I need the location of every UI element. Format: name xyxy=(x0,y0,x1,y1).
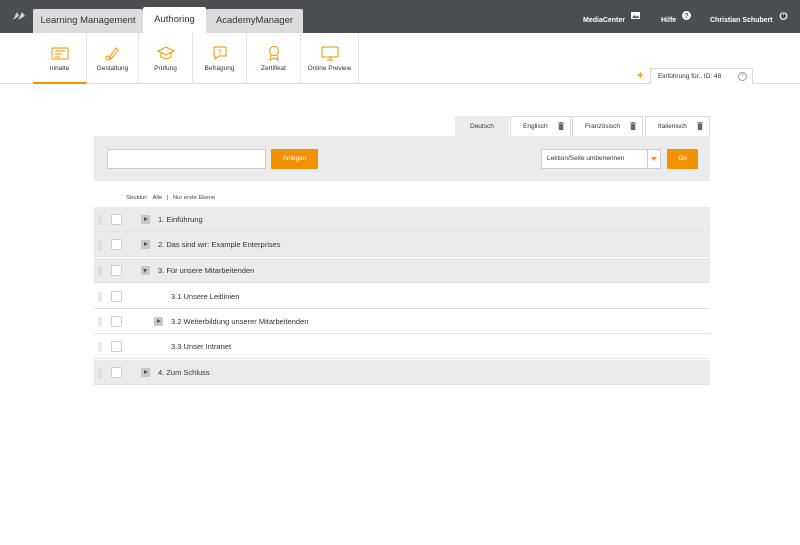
structure-separator: | xyxy=(166,195,169,201)
expand-arrow-icon[interactable] xyxy=(141,215,150,224)
row-checkbox[interactable] xyxy=(111,367,122,378)
go-button[interactable]: Go xyxy=(667,149,698,169)
preview-icon xyxy=(321,46,338,61)
tool-pruefung[interactable]: Prüfung xyxy=(139,33,193,84)
tool-inhalte[interactable]: Inhalte xyxy=(33,33,87,84)
certificate-icon xyxy=(268,46,279,61)
chevron-down-icon xyxy=(647,150,660,168)
tool-online-preview[interactable]: Online Preview xyxy=(301,33,359,84)
add-tab-button[interactable]: + xyxy=(637,70,643,82)
tool-befragung[interactable]: ? Befragung xyxy=(193,33,247,84)
collapse-arrow-icon[interactable] xyxy=(141,266,150,275)
close-icon[interactable]: × xyxy=(738,72,747,81)
tool-zertifikat[interactable]: Zertifikat xyxy=(247,33,301,84)
image-icon xyxy=(630,12,640,20)
tree-row[interactable]: 3.3 Unser Intranet xyxy=(94,334,710,359)
trash-icon[interactable] xyxy=(630,122,636,130)
new-item-input[interactable] xyxy=(107,149,266,169)
row-checkbox[interactable] xyxy=(111,316,122,327)
survey-icon: ? xyxy=(213,46,226,60)
tool-label: Gestaltung xyxy=(96,65,129,72)
tool-label: Prüfung xyxy=(154,65,177,72)
expand-arrow-icon[interactable] xyxy=(141,368,150,377)
lang-label: Deutsch xyxy=(470,123,494,130)
structure-filter: Struktur: Alle | Nur erste Ebene xyxy=(126,195,215,201)
row-checkbox[interactable] xyxy=(111,239,122,250)
lang-tab-italienisch[interactable]: Italienisch xyxy=(645,116,710,136)
content-icon xyxy=(51,47,68,60)
drag-handle-icon[interactable] xyxy=(98,240,102,250)
app-tab-learning-management[interactable]: Learning Management xyxy=(33,9,143,33)
structure-all-link[interactable]: Alle xyxy=(153,195,163,201)
media-center-link[interactable]: MediaCenter xyxy=(583,0,640,33)
row-checkbox[interactable] xyxy=(111,291,122,302)
drag-handle-icon[interactable] xyxy=(98,292,102,302)
row-label[interactable]: 3.2 Weiterbildung unserer Mitarbeitenden xyxy=(171,309,308,334)
tool-label: Online Preview xyxy=(307,65,352,72)
help-link[interactable]: Hilfe ? xyxy=(661,0,692,33)
tree-row[interactable]: 3.1 Unsere Leitlinien xyxy=(94,284,710,309)
user-menu[interactable]: Christian Schubert xyxy=(710,0,788,33)
create-button[interactable]: Anlegen xyxy=(271,149,318,169)
lang-tab-franzoesisch[interactable]: Französisch xyxy=(572,116,643,136)
row-label[interactable]: 1. Einführung xyxy=(158,207,203,232)
tool-label: Zertifikat xyxy=(261,65,286,72)
row-label[interactable]: 4. Zum Schluss xyxy=(158,360,210,385)
tree-row[interactable]: 3. Für unsere Mitarbeitenden xyxy=(94,258,710,283)
power-icon xyxy=(779,11,787,21)
trash-icon[interactable] xyxy=(697,122,703,130)
lang-label: Französisch xyxy=(585,123,621,130)
user-name: Christian Schubert xyxy=(710,17,773,24)
svg-text:?: ? xyxy=(218,50,222,57)
lang-label: Italienisch xyxy=(658,123,687,130)
drag-handle-icon[interactable] xyxy=(98,317,102,327)
app-tab-authoring[interactable]: Authoring xyxy=(143,7,206,33)
help-label: Hilfe xyxy=(661,17,677,24)
drag-handle-icon[interactable] xyxy=(98,266,102,276)
tool-label: Befragung xyxy=(204,65,235,72)
drag-handle-icon[interactable] xyxy=(98,342,102,352)
row-label[interactable]: 3.1 Unsere Leitlinien xyxy=(171,284,239,309)
structure-label: Struktur: xyxy=(126,195,148,201)
action-select[interactable]: Lektion/Seite umbenennen xyxy=(541,149,661,169)
lang-tab-deutsch[interactable]: Deutsch xyxy=(455,116,509,136)
top-bar: Learning Management Authoring AcademyMan… xyxy=(0,0,800,33)
tree-row[interactable]: 4. Zum Schluss xyxy=(94,360,710,385)
action-select-value: Lektion/Seite umbenennen xyxy=(547,155,625,162)
tree-row[interactable]: 3.2 Weiterbildung unserer Mitarbeitenden xyxy=(94,309,710,334)
document-tab[interactable]: Einführung für.. ID: 48 × xyxy=(650,68,753,84)
structure-first-level-link[interactable]: Nur erste Ebene xyxy=(173,195,215,201)
tool-gestaltung[interactable]: Gestaltung xyxy=(87,33,139,84)
row-label[interactable]: 3. Für unsere Mitarbeitenden xyxy=(158,258,254,283)
lang-tab-englisch[interactable]: Englisch xyxy=(510,116,571,136)
exam-icon xyxy=(156,46,175,59)
expand-arrow-icon[interactable] xyxy=(141,240,150,249)
design-icon xyxy=(105,47,119,61)
svg-text:?: ? xyxy=(684,13,688,20)
row-checkbox[interactable] xyxy=(111,214,122,225)
document-tab-label: Einführung für.. ID: 48 xyxy=(658,73,722,80)
trash-icon[interactable] xyxy=(558,122,564,130)
tree-row[interactable]: 1. Einführung xyxy=(94,207,710,232)
drag-handle-icon[interactable] xyxy=(98,215,102,225)
row-label[interactable]: 3.3 Unser Intranet xyxy=(171,334,231,359)
tool-label: Inhalte xyxy=(49,65,70,72)
help-icon: ? xyxy=(682,11,692,21)
row-checkbox[interactable] xyxy=(111,265,122,276)
drag-handle-icon[interactable] xyxy=(98,368,102,378)
app-tab-academymanager[interactable]: AcademyManager xyxy=(206,9,303,33)
tree-row[interactable]: 2. Das sind wir: Example Enterprises xyxy=(94,232,710,257)
row-label[interactable]: 2. Das sind wir: Example Enterprises xyxy=(158,232,281,257)
logo-icon[interactable] xyxy=(12,10,26,22)
media-center-label: MediaCenter xyxy=(583,17,626,24)
expand-arrow-icon[interactable] xyxy=(154,317,163,326)
lang-label: Englisch xyxy=(523,123,548,130)
row-checkbox[interactable] xyxy=(111,341,122,352)
